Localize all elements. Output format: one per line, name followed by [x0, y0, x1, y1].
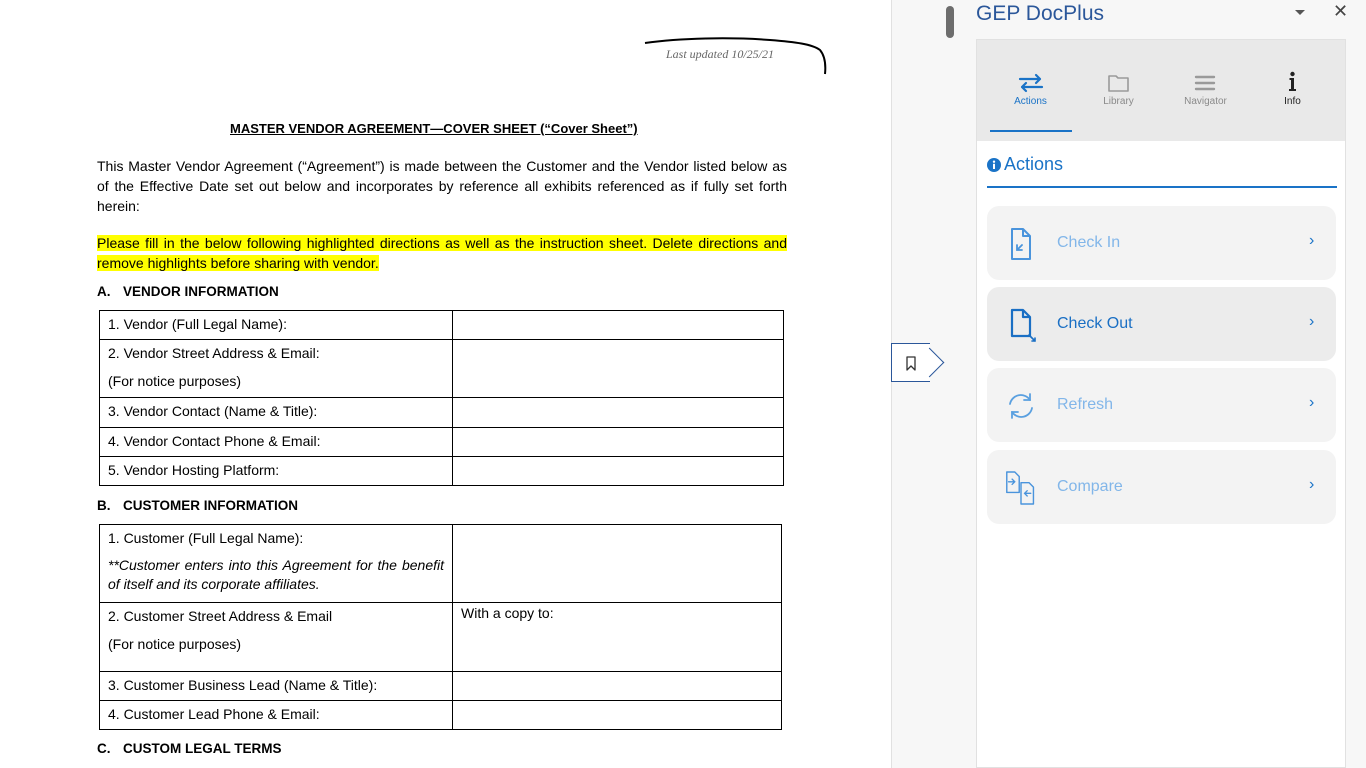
tab-label: Navigator	[1184, 96, 1227, 107]
highlighted-text: Please fill in the below following highl…	[97, 235, 787, 271]
customer-info-table: 1. Customer (Full Legal Name): **Custome…	[99, 524, 782, 730]
tab-info[interactable]: Info	[1249, 68, 1336, 128]
chevron-right-icon: ›	[1309, 313, 1315, 330]
table-row: 3. Customer Business Lead (Name & Title)…	[99, 671, 782, 701]
check-in-button[interactable]: Check In ›	[987, 206, 1336, 280]
section-b-title: CUSTOMER INFORMATION	[123, 498, 298, 513]
section-a-title: VENDOR INFORMATION	[123, 284, 279, 299]
document-title: MASTER VENDOR AGREEMENT—COVER SHEET (“Co…	[230, 121, 638, 136]
info-icon	[1289, 71, 1296, 91]
tab-library[interactable]: Library	[1075, 68, 1162, 128]
refresh-button[interactable]: Refresh ›	[987, 368, 1336, 442]
table-row: 1. Vendor (Full Legal Name):	[99, 310, 784, 340]
chevron-right-icon: ›	[1309, 232, 1315, 249]
action-label: Check Out	[1057, 315, 1133, 332]
action-label: Refresh	[1057, 396, 1114, 413]
addin-frame: Actions Library Navigator Info Actions C…	[976, 39, 1346, 768]
table-cell-label: 3. Vendor Contact (Name & Title):	[99, 397, 453, 428]
check-out-button[interactable]: Check Out ›	[987, 287, 1336, 361]
tab-actions[interactable]: Actions	[987, 68, 1074, 128]
compare-button[interactable]: Compare ›	[987, 450, 1336, 524]
section-a-letter: A.	[97, 284, 111, 299]
table-row: 3. Vendor Contact (Name & Title):	[99, 397, 784, 428]
table-cell-value[interactable]	[452, 456, 784, 486]
actions-section-title: Actions	[1004, 154, 1064, 174]
close-icon[interactable]: ✕	[1333, 1, 1348, 22]
actions-section-heading: Actions	[987, 154, 1063, 175]
tab-label: Actions	[1014, 96, 1047, 107]
copy-to-text: With a copy to:	[461, 605, 554, 621]
vendor-info-table: 1. Vendor (Full Legal Name): 2. Vendor S…	[99, 310, 784, 486]
bookmark-icon	[906, 356, 916, 371]
pane-scrollbar[interactable]	[946, 6, 954, 38]
table-cell-label: 2. Customer Street Address & Email (For …	[99, 602, 453, 672]
tab-bar: Actions Library Navigator Info	[977, 40, 1345, 141]
active-tab-indicator	[990, 130, 1072, 132]
table-cell-label: 4. Vendor Contact Phone & Email:	[99, 427, 453, 457]
chevron-down-icon[interactable]	[1292, 7, 1308, 19]
compare-icon	[1006, 471, 1035, 505]
table-cell-label: 4. Customer Lead Phone & Email:	[99, 700, 453, 730]
section-a-heading: A. VENDOR INFORMATION	[97, 284, 279, 299]
last-updated: Last updated 10/25/21	[666, 47, 775, 61]
section-c-heading: C. CUSTOM LEGAL TERMS	[97, 741, 282, 756]
section-c-title: CUSTOM LEGAL TERMS	[123, 741, 282, 756]
tab-label: Info	[1284, 96, 1301, 107]
table-cell-label: 3. Customer Business Lead (Name & Title)…	[99, 671, 453, 701]
check-out-icon	[1010, 308, 1036, 342]
section-b-heading: B. CUSTOMER INFORMATION	[97, 498, 298, 513]
swap-arrows-icon	[1018, 73, 1044, 93]
table-cell-label: 5. Vendor Hosting Platform:	[99, 456, 453, 486]
table-cell-value[interactable]	[452, 427, 784, 457]
table-cell-value[interactable]	[452, 397, 784, 428]
section-b-letter: B.	[97, 498, 111, 513]
table-row: 2. Customer Street Address & Email (For …	[99, 602, 782, 672]
intro-paragraph: This Master Vendor Agreement (“Agreement…	[97, 158, 787, 214]
table-cell-value[interactable]	[452, 310, 784, 340]
table-row: 2. Vendor Street Address & Email: (For n…	[99, 339, 784, 398]
section-c-letter: C.	[97, 741, 111, 756]
action-label: Compare	[1057, 478, 1123, 495]
table-cell-value[interactable]	[452, 700, 782, 730]
task-pane: GEP DocPlus ✕ Actions Library Navigator …	[891, 0, 1366, 768]
table-row: 4. Customer Lead Phone & Email:	[99, 700, 782, 730]
refresh-icon	[1009, 393, 1033, 419]
table-cell-label: 1. Vendor (Full Legal Name):	[99, 310, 453, 340]
menu-lines-icon	[1194, 75, 1216, 91]
table-cell-label: 2. Vendor Street Address & Email: (For n…	[99, 339, 453, 398]
bookmark-tab[interactable]	[891, 343, 930, 382]
tab-navigator[interactable]: Navigator	[1162, 68, 1249, 128]
table-cell-value[interactable]	[452, 339, 784, 398]
table-row: 1. Customer (Full Legal Name): **Custome…	[99, 524, 782, 603]
section-divider	[987, 186, 1337, 188]
table-cell-value[interactable]	[452, 671, 782, 701]
chevron-right-icon: ›	[1309, 394, 1315, 411]
table-cell-value[interactable]	[452, 524, 782, 603]
tab-label: Library	[1103, 96, 1134, 107]
table-row: 5. Vendor Hosting Platform:	[99, 456, 784, 486]
check-in-icon	[1011, 228, 1031, 260]
chevron-right-icon: ›	[1309, 476, 1315, 493]
highlighted-directions: Please fill in the below following highl…	[97, 233, 787, 273]
action-label: Check In	[1057, 234, 1121, 251]
pane-title: GEP DocPlus	[976, 2, 1104, 25]
table-cell-value[interactable]: With a copy to:	[452, 602, 782, 672]
table-row: 4. Vendor Contact Phone & Email:	[99, 427, 784, 457]
info-circle-icon	[987, 158, 1001, 172]
document-page[interactable]: Last updated 10/25/21 MASTER VENDOR AGRE…	[0, 0, 891, 768]
folder-icon	[1108, 75, 1129, 92]
table-cell-label: 1. Customer (Full Legal Name): **Custome…	[99, 524, 453, 603]
